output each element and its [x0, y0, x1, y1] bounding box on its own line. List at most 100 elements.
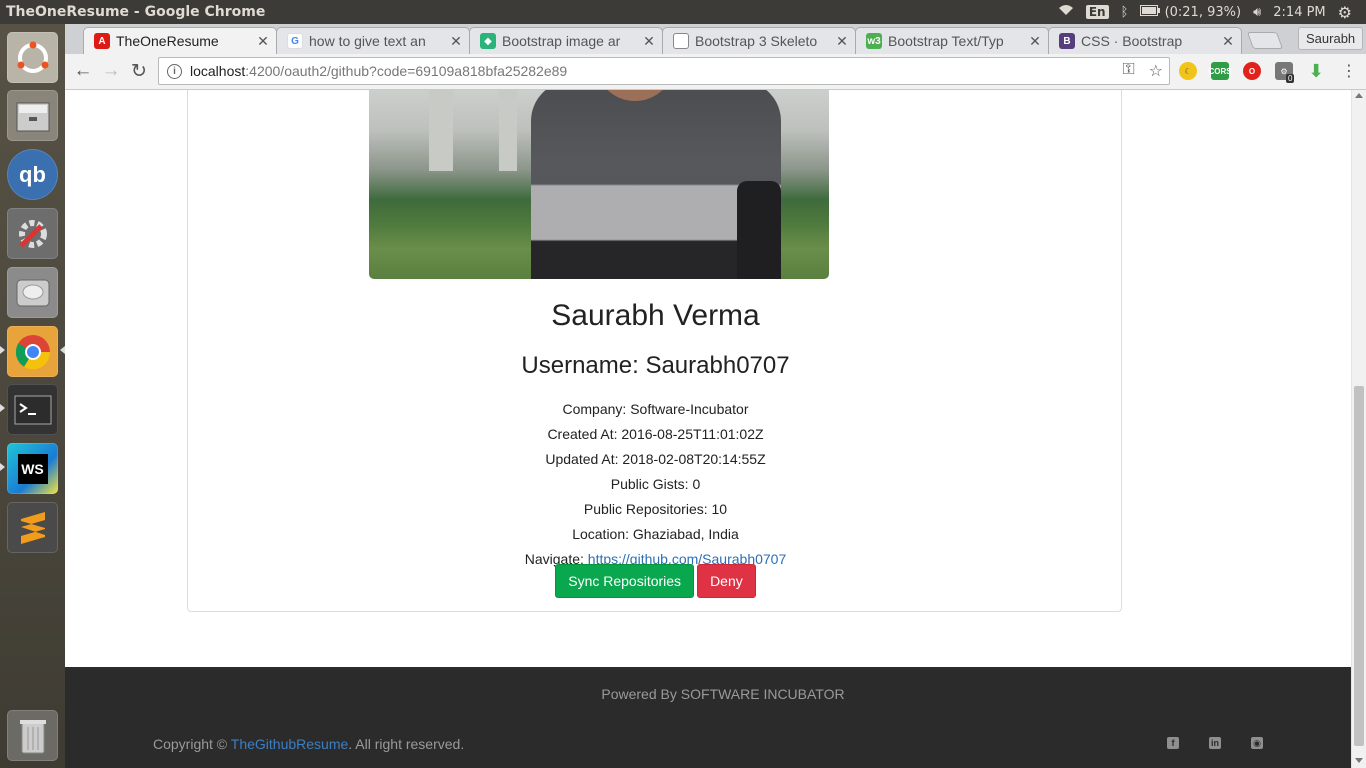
- sync-repositories-button[interactable]: Sync Repositories: [555, 564, 695, 598]
- company-line: Company: Software-Incubator: [562, 401, 749, 417]
- url-path: :4200/oauth2/github?code=69109a818bfa252…: [245, 63, 568, 79]
- tab-strip: A TheOneResume ✕ G how to give text an ✕…: [65, 24, 1366, 54]
- url-host: localhost: [190, 63, 246, 79]
- address-bar[interactable]: i localhost:4200/oauth2/github?code=6910…: [158, 57, 1170, 85]
- linkedin-icon[interactable]: in: [1209, 737, 1221, 749]
- extension-moon-icon[interactable]: ☾: [1179, 62, 1197, 80]
- tab-theoneresume[interactable]: A TheOneResume ✕: [83, 27, 277, 54]
- profile-photo: [369, 90, 829, 279]
- site-info-icon[interactable]: i: [167, 63, 182, 79]
- tab-title: CSS · Bootstrap: [1081, 33, 1183, 49]
- tab-title: Bootstrap 3 Skeleto: [695, 33, 818, 49]
- tab-bootstrap-image[interactable]: ◆ Bootstrap image ar ✕: [469, 27, 663, 54]
- window-title: TheOneResume - Google Chrome: [6, 4, 266, 20]
- system-gear-icon[interactable]: ⚙: [1338, 3, 1352, 22]
- tab-bootstrap-skeleton[interactable]: Bootstrap 3 Skeleto ✕: [662, 27, 856, 54]
- extension-cors-icon[interactable]: CORS: [1208, 62, 1232, 80]
- running-indicator: [0, 346, 5, 354]
- browser-toolbar: ← → ↻ i localhost:4200/oauth2/github?cod…: [65, 54, 1366, 90]
- sublime-text-icon[interactable]: [7, 502, 58, 553]
- close-tab-icon[interactable]: ✕: [256, 33, 270, 50]
- close-tab-icon[interactable]: ✕: [449, 33, 463, 50]
- top-panel: TheOneResume - Google Chrome En ᛒ (0:21,…: [0, 0, 1366, 24]
- chrome-window: A TheOneResume ✕ G how to give text an ✕…: [65, 24, 1366, 768]
- bootstrap-icon: B: [1059, 33, 1075, 49]
- location-line: Location: Ghaziabad, India: [572, 526, 739, 542]
- key-icon[interactable]: ⚿: [1122, 61, 1134, 81]
- page-footer: Powered By SOFTWARE INCUBATOR Copyright …: [65, 667, 1351, 768]
- indicators: En ᛒ (0:21, 93%) 🔊︎ 2:14 PM ⚙: [1058, 3, 1366, 22]
- terminal-icon[interactable]: [7, 384, 58, 435]
- extension-badge: 0: [1286, 74, 1295, 83]
- photo-detail: [737, 181, 781, 279]
- files-icon[interactable]: [7, 90, 58, 141]
- copyright: Copyright © TheGithubResume. All right r…: [153, 736, 464, 752]
- tab-google-search[interactable]: G how to give text an ✕: [276, 27, 470, 54]
- qbittorrent-icon[interactable]: qb: [7, 149, 58, 200]
- bluetooth-icon[interactable]: ᛒ: [1121, 5, 1129, 20]
- tab-title: TheOneResume: [116, 33, 219, 49]
- chrome-icon[interactable]: [7, 326, 58, 377]
- wifi-icon[interactable]: [1058, 4, 1074, 20]
- action-buttons: Sync Repositories Deny: [188, 564, 1123, 598]
- public-repos-line: Public Repositories: 10: [583, 501, 728, 517]
- system-settings-icon[interactable]: [7, 208, 58, 259]
- profile-card: Saurabh Verma Username: Saurabh0707 Comp…: [187, 90, 1122, 612]
- battery-indicator[interactable]: (0:21, 93%): [1140, 4, 1242, 20]
- profile-name: Saurabh Verma: [551, 299, 760, 332]
- ubuntu-dash-icon[interactable]: [7, 32, 58, 83]
- tab-title: Bootstrap Text/Typ: [888, 33, 1004, 49]
- volume-icon[interactable]: 🔊︎: [1253, 5, 1261, 20]
- page-scrollbar[interactable]: [1351, 90, 1366, 768]
- profile-username: Username: Saurabh0707: [521, 352, 790, 379]
- reload-icon[interactable]: ↻: [127, 59, 151, 83]
- tab-css-bootstrap[interactable]: B CSS · Bootstrap ✕: [1048, 27, 1242, 54]
- tab-title: Bootstrap image ar: [502, 33, 621, 49]
- close-tab-icon[interactable]: ✕: [1221, 33, 1235, 50]
- running-indicator: [0, 404, 5, 412]
- powered-by: Powered By SOFTWARE INCUBATOR: [601, 686, 845, 702]
- battery-text: (0:21, 93%): [1164, 4, 1242, 20]
- facebook-icon[interactable]: f: [1167, 737, 1179, 749]
- scroll-down-arrow-icon[interactable]: [1355, 758, 1363, 763]
- public-gists-line: Public Gists: 0: [610, 476, 701, 492]
- thegithubresume-link[interactable]: TheGithubResume: [231, 736, 349, 752]
- webstorm-icon[interactable]: WS: [7, 443, 58, 494]
- angular-icon: A: [94, 33, 110, 49]
- deny-button[interactable]: Deny: [697, 564, 756, 598]
- bookmark-star-icon[interactable]: ☆: [1149, 61, 1163, 81]
- tab-bootstrap-text[interactable]: w3 Bootstrap Text/Typ ✕: [855, 27, 1049, 54]
- photo-detail: [499, 90, 517, 171]
- page-viewport: Saurabh Verma Username: Saurabh0707 Comp…: [65, 90, 1351, 768]
- page-icon: [673, 33, 689, 49]
- disks-icon[interactable]: [7, 267, 58, 318]
- battery-icon: [1140, 4, 1161, 16]
- profile-button[interactable]: Saurabh: [1298, 27, 1364, 50]
- back-arrow-icon[interactable]: ←: [71, 59, 95, 83]
- photo-detail: [429, 90, 453, 171]
- created-at-line: Created At: 2016-08-25T11:01:02Z: [547, 426, 764, 442]
- codepen-icon: ◆: [480, 33, 496, 49]
- copyright-prefix: Copyright ©: [153, 736, 231, 752]
- chrome-menu-icon[interactable]: ⋮: [1337, 59, 1361, 83]
- scrollbar-thumb[interactable]: [1354, 386, 1364, 746]
- close-tab-icon[interactable]: ✕: [835, 33, 849, 50]
- github-icon[interactable]: ◉: [1251, 737, 1263, 749]
- running-indicator: [0, 463, 5, 471]
- google-icon: G: [287, 33, 303, 49]
- launcher: qb WS: [0, 24, 65, 768]
- download-extension-icon[interactable]: ⬇: [1307, 61, 1325, 81]
- scroll-up-arrow-icon[interactable]: [1355, 93, 1363, 98]
- trash-icon[interactable]: [7, 710, 58, 761]
- forward-arrow-icon[interactable]: →: [99, 59, 123, 83]
- close-tab-icon[interactable]: ✕: [642, 33, 656, 50]
- tab-title: how to give text an: [309, 33, 426, 49]
- clock[interactable]: 2:14 PM: [1273, 5, 1325, 20]
- w3schools-icon: w3: [866, 33, 882, 49]
- updated-at-line: Updated At: 2018-02-08T20:14:55Z: [545, 451, 766, 467]
- copyright-suffix: . All right reserved.: [348, 736, 465, 752]
- keyboard-layout-indicator[interactable]: En: [1085, 5, 1109, 19]
- extension-opera-icon[interactable]: O: [1243, 62, 1261, 80]
- close-tab-icon[interactable]: ✕: [1028, 33, 1042, 50]
- new-tab-button[interactable]: [1246, 32, 1284, 49]
